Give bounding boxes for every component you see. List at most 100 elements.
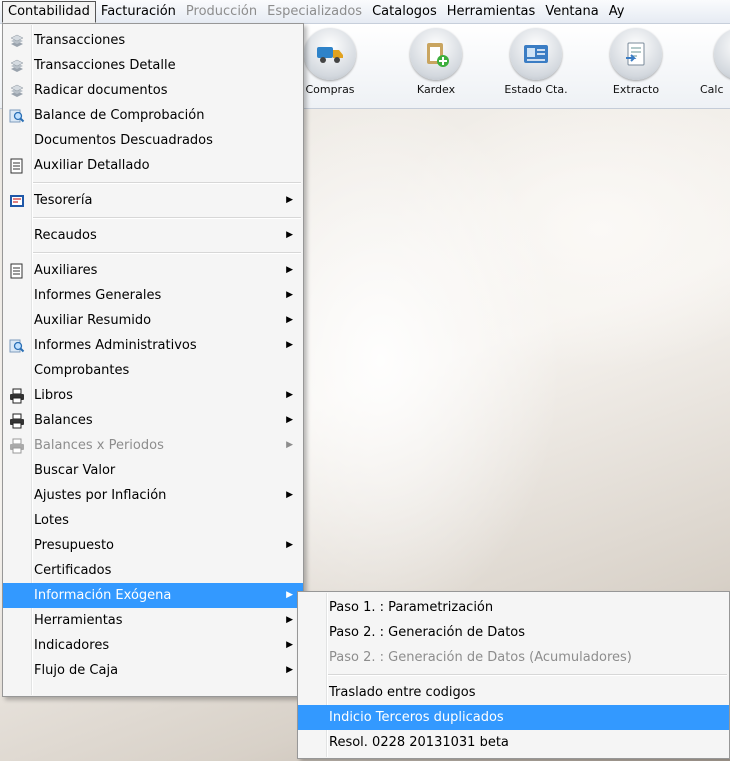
menu-item-certificados[interactable]: Certificados xyxy=(3,558,303,583)
menu-item-documentos-descuadrados[interactable]: Documentos Descuadrados xyxy=(3,128,303,153)
menu-item-flujo-caja[interactable]: Flujo de Caja ▶ xyxy=(3,658,303,683)
menu-item-label: Información Exógena xyxy=(34,588,172,603)
ledger-icon xyxy=(9,158,25,174)
submenu-item-resol-0228[interactable]: Resol. 0228 20131031 beta xyxy=(298,730,729,755)
submenu-arrow-icon: ▶ xyxy=(286,615,293,625)
menu-item-ajustes-inflacion[interactable]: Ajustes por Inflación ▶ xyxy=(3,483,303,508)
menu-item-label: Informes Generales xyxy=(34,288,162,303)
menu-item-label: Transacciones xyxy=(34,33,126,48)
submenu-arrow-icon: ▶ xyxy=(286,195,293,205)
printer-icon xyxy=(9,388,25,404)
menu-herramientas[interactable]: Herramientas xyxy=(442,1,541,21)
menu-facturacion[interactable]: Facturación xyxy=(96,1,181,21)
menu-ventana[interactable]: Ventana xyxy=(540,1,603,21)
toolbar-kardex-label: Kardex xyxy=(416,83,456,96)
menu-item-label: Documentos Descuadrados xyxy=(34,133,213,148)
menu-item-libros[interactable]: Libros ▶ xyxy=(3,383,303,408)
menu-item-auxiliar-resumido[interactable]: Auxiliar Resumido ▶ xyxy=(3,308,303,333)
menu-item-recaudos[interactable]: Recaudos ▶ xyxy=(3,223,303,248)
submenu-item-paso1[interactable]: Paso 1. : Parametrización xyxy=(298,595,729,620)
printer-icon xyxy=(9,413,25,429)
menu-item-label: Auxiliar Resumido xyxy=(34,313,152,328)
id-card-icon xyxy=(510,28,562,80)
menu-item-label: Tesorería xyxy=(34,193,93,208)
submenu-arrow-icon: ▶ xyxy=(286,440,293,450)
menu-item-label: Buscar Valor xyxy=(34,463,116,478)
submenu-item-traslado-codigos[interactable]: Traslado entre codigos xyxy=(298,680,729,705)
menu-item-auxiliar-detallado[interactable]: Auxiliar Detallado xyxy=(3,153,303,178)
submenu-arrow-icon: ▶ xyxy=(286,490,293,500)
menu-item-transacciones[interactable]: Transacciones xyxy=(3,28,303,53)
menu-especializados[interactable]: Especializados xyxy=(262,1,367,21)
menu-item-label: Presupuesto xyxy=(34,538,114,553)
menu-bar: Contabilidad Facturación Producción Espe… xyxy=(0,0,730,24)
truck-icon xyxy=(304,28,356,80)
submenu-arrow-icon: ▶ xyxy=(286,230,293,240)
menu-item-label: Libros xyxy=(34,388,73,403)
submenu-item-paso2[interactable]: Paso 2. : Generación de Datos xyxy=(298,620,729,645)
menu-item-label: Herramientas xyxy=(34,613,123,628)
toolbar-extracto-label: Extracto xyxy=(612,83,660,96)
submenu-arrow-icon: ▶ xyxy=(286,265,293,275)
menu-item-comprobantes[interactable]: Comprobantes xyxy=(3,358,303,383)
menu-item-label: Informes Administrativos xyxy=(34,338,197,353)
clipboard-add-icon xyxy=(410,28,462,80)
submenu-item-label: Paso 2. : Generación de Datos xyxy=(329,625,526,640)
menu-item-radicar-documentos[interactable]: Radicar documentos xyxy=(3,78,303,103)
menu-separator xyxy=(328,674,727,676)
toolbar-extracto-button[interactable]: Extracto xyxy=(586,28,686,96)
menu-item-presupuesto[interactable]: Presupuesto ▶ xyxy=(3,533,303,558)
toolbar-kardex-button[interactable]: Kardex xyxy=(386,28,486,96)
submenu-item-paso2-acumuladores[interactable]: Paso 2. : Generación de Datos (Acumulado… xyxy=(298,645,729,670)
menu-separator xyxy=(33,252,301,254)
menu-item-label: Certificados xyxy=(34,563,112,578)
magnifier-icon xyxy=(9,108,25,124)
menu-item-balances-periodos[interactable]: Balances x Periodos ▶ xyxy=(3,433,303,458)
menu-item-herramientas[interactable]: Herramientas ▶ xyxy=(3,608,303,633)
menu-item-indicadores[interactable]: Indicadores ▶ xyxy=(3,633,303,658)
menu-item-tesoreria[interactable]: Tesorería ▶ xyxy=(3,188,303,213)
menu-item-label: Indicadores xyxy=(34,638,110,653)
menu-item-informes-administrativos[interactable]: Informes Administrativos ▶ xyxy=(3,333,303,358)
magnifier-icon xyxy=(9,338,25,354)
submenu-item-label: Resol. 0228 20131031 beta xyxy=(329,735,509,750)
menu-item-label: Transacciones Detalle xyxy=(34,58,176,73)
menu-catalogos[interactable]: Catalogos xyxy=(367,1,442,21)
submenu-arrow-icon: ▶ xyxy=(286,665,293,675)
toolbar-calc-label: Calc xyxy=(700,83,724,96)
informacion-exogena-submenu: Paso 1. : Parametrización Paso 2. : Gene… xyxy=(297,591,730,759)
submenu-arrow-icon: ▶ xyxy=(286,340,293,350)
stack-icon xyxy=(9,83,25,99)
submenu-item-label: Paso 1. : Parametrización xyxy=(329,600,494,615)
submenu-arrow-icon: ▶ xyxy=(286,590,293,600)
submenu-item-indicio-terceros[interactable]: Indicio Terceros duplicados xyxy=(298,705,729,730)
submenu-arrow-icon: ▶ xyxy=(286,390,293,400)
menu-item-label: Recaudos xyxy=(34,228,97,243)
submenu-item-label: Traslado entre codigos xyxy=(329,685,476,700)
printer-icon xyxy=(9,438,25,454)
toolbar-calc-button[interactable]: Calc xyxy=(690,28,730,96)
menu-item-informes-generales[interactable]: Informes Generales ▶ xyxy=(3,283,303,308)
menu-item-label: Comprobantes xyxy=(34,363,130,378)
menu-item-auxiliares[interactable]: Auxiliares ▶ xyxy=(3,258,303,283)
menu-item-label: Balances x Periodos xyxy=(34,438,164,453)
submenu-arrow-icon: ▶ xyxy=(286,640,293,650)
menu-item-label: Lotes xyxy=(34,513,69,528)
menu-ayuda[interactable]: Ay xyxy=(604,1,630,21)
submenu-item-label: Paso 2. : Generación de Datos (Acumulado… xyxy=(329,650,632,665)
contabilidad-menu: Transacciones Transacciones Detalle Radi… xyxy=(2,23,304,697)
menu-item-balance-comprobacion[interactable]: Balance de Comprobación xyxy=(3,103,303,128)
menu-contabilidad[interactable]: Contabilidad xyxy=(2,1,96,23)
toolbar-estado-cta-label: Estado Cta. xyxy=(504,83,568,96)
menu-item-transacciones-detalle[interactable]: Transacciones Detalle xyxy=(3,53,303,78)
submenu-arrow-icon: ▶ xyxy=(286,315,293,325)
toolbar-estado-cta-button[interactable]: Estado Cta. xyxy=(486,28,586,96)
menu-item-lotes[interactable]: Lotes xyxy=(3,508,303,533)
menu-item-informacion-exogena[interactable]: Información Exógena ▶ xyxy=(3,583,303,608)
menu-item-label: Flujo de Caja xyxy=(34,663,119,678)
menu-item-buscar-valor[interactable]: Buscar Valor xyxy=(3,458,303,483)
submenu-arrow-icon: ▶ xyxy=(286,415,293,425)
menu-produccion[interactable]: Producción xyxy=(181,1,262,21)
submenu-item-label: Indicio Terceros duplicados xyxy=(329,710,504,725)
menu-item-balances[interactable]: Balances ▶ xyxy=(3,408,303,433)
